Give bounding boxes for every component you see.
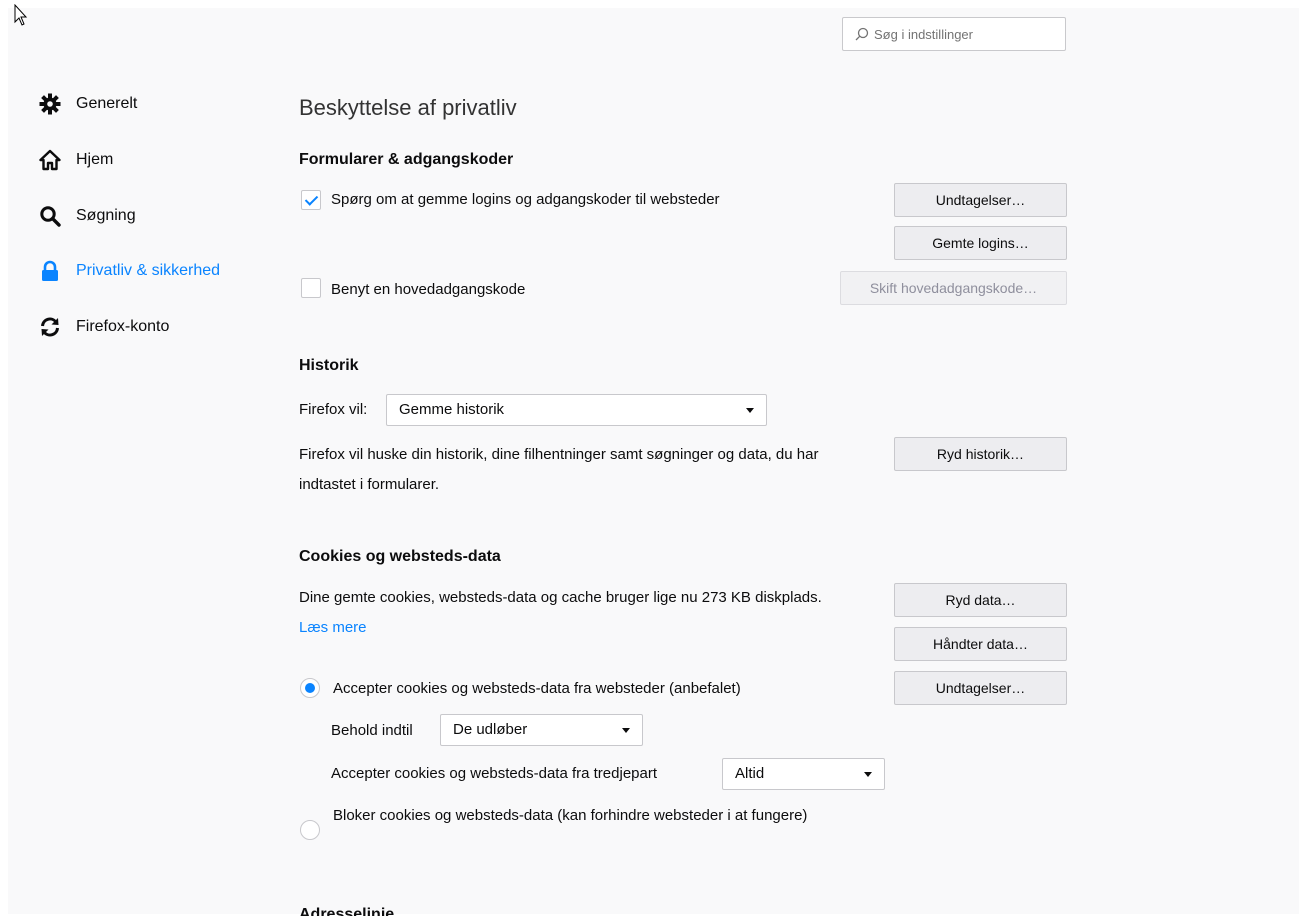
sidebar-item-label: Privatliv & sikkerhed xyxy=(76,262,221,279)
logins-exceptions-button[interactable]: Undtagelser… xyxy=(894,183,1067,217)
keep-until-value: De udløber xyxy=(453,721,528,738)
block-cookies-radio[interactable] xyxy=(300,820,320,840)
cookies-usage-label: Dine gemte cookies, websteds-data og cac… xyxy=(299,589,822,606)
keep-until-select[interactable]: De udløber xyxy=(440,714,643,746)
manage-data-button[interactable]: Håndter data… xyxy=(894,627,1067,661)
saved-logins-button[interactable]: Gemte logins… xyxy=(894,226,1067,260)
next-section-heading: Adresselinje xyxy=(299,904,499,916)
home-icon xyxy=(39,149,61,171)
ask-save-logins-label[interactable]: Spørg om at gemme logins og adgangskoder… xyxy=(331,185,720,215)
clear-history-button[interactable]: Ryd historik… xyxy=(894,437,1067,471)
learn-more-link[interactable]: Læs mere xyxy=(299,619,367,636)
history-mode-value: Gemme historik xyxy=(399,401,505,418)
next-section-heading-text: Adresselinje xyxy=(299,906,395,916)
search-icon xyxy=(40,206,61,227)
block-cookies-label[interactable]: Bloker cookies og websteds-data (kan for… xyxy=(333,801,853,831)
master-password-label[interactable]: Benyt en hovedadgangskode xyxy=(331,275,525,305)
cookies-heading: Cookies og websteds-data xyxy=(299,548,501,565)
accept-cookies-radio[interactable] xyxy=(300,678,320,698)
history-mode-select[interactable]: Gemme historik xyxy=(386,394,767,426)
cookie-exceptions-button[interactable]: Undtagelser… xyxy=(894,671,1067,705)
sidebar-item-privacy[interactable]: Privatliv & sikkerhed xyxy=(39,256,220,286)
firefox-will-label: Firefox vil: xyxy=(299,401,368,418)
sidebar-item-home[interactable]: Hjem xyxy=(39,145,113,175)
gear-icon xyxy=(39,93,61,115)
third-party-select[interactable]: Altid xyxy=(722,758,885,790)
third-party-value: Altid xyxy=(735,765,765,782)
accept-cookies-label[interactable]: Accepter cookies og websteds-data fra we… xyxy=(333,674,741,704)
sidebar-item-label: Hjem xyxy=(76,151,114,168)
history-heading: Historik xyxy=(299,357,359,374)
search-input[interactable]: Søg i indstillinger xyxy=(842,17,1066,51)
chevron-down-icon xyxy=(746,408,754,413)
clear-data-button[interactable]: Ryd data… xyxy=(894,583,1067,617)
third-party-label: Accepter cookies og websteds-data fra tr… xyxy=(331,765,658,782)
forms-heading: Formularer & adgangskoder xyxy=(299,151,514,168)
change-master-password-button[interactable]: Skift hovedadgangskode… xyxy=(840,271,1067,305)
page-title: Beskyttelse af privatliv xyxy=(299,95,517,120)
sidebar-item-label: Firefox-konto xyxy=(76,318,170,335)
keep-until-label: Behold indtil xyxy=(331,722,413,739)
cookies-usage-text: Dine gemte cookies, websteds-data og cac… xyxy=(299,583,844,643)
lock-icon xyxy=(42,260,58,281)
sync-icon xyxy=(41,317,59,337)
search-placeholder: Søg i indstillinger xyxy=(874,27,973,42)
sidebar-item-label: Søgning xyxy=(76,207,136,224)
chevron-down-icon xyxy=(622,728,630,733)
mouse-cursor-icon xyxy=(14,4,28,26)
ask-save-logins-checkbox[interactable] xyxy=(301,190,321,210)
history-description: Firefox vil huske din historik, dine fil… xyxy=(299,446,819,493)
search-icon xyxy=(855,27,869,41)
master-password-checkbox[interactable] xyxy=(301,278,321,298)
chevron-down-icon xyxy=(864,772,872,777)
sidebar-item-search[interactable]: Søgning xyxy=(39,201,136,231)
sidebar-item-firefox-account[interactable]: Firefox-konto xyxy=(39,312,169,342)
sidebar-item-label: Generelt xyxy=(76,95,138,112)
sidebar-item-general[interactable]: Generelt xyxy=(39,89,137,119)
